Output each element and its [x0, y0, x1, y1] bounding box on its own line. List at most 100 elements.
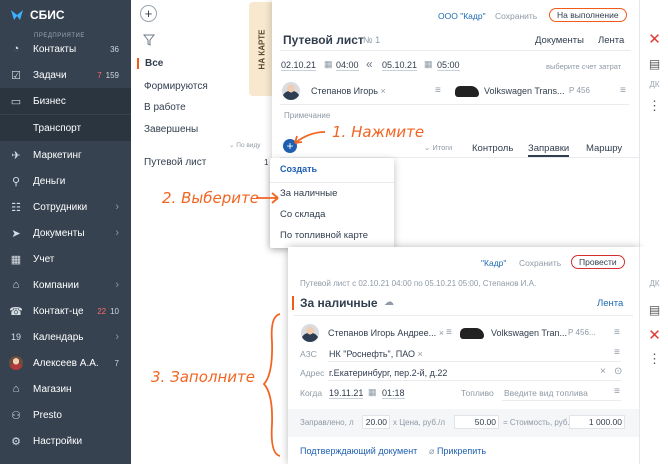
sidebar-item-0[interactable]: ◔ Контакты 36 [0, 36, 131, 62]
sidebar-item-9[interactable]: ⌂ Компании › [0, 272, 131, 298]
arrow-2-icon [256, 192, 279, 204]
sidebar-item-12[interactable]: Алексеев А.А. 7 [0, 350, 131, 376]
list-icon[interactable]: ≡ [446, 327, 452, 338]
printer-icon[interactable]: ▤ [640, 57, 668, 71]
station-field[interactable]: НК "Роснефть", ПАО × [329, 349, 423, 359]
sidebar-item-14[interactable]: ⚇ Presto [0, 402, 131, 428]
chevron-right-icon[interactable]: › [115, 331, 119, 343]
list-icon[interactable]: ≡ [435, 85, 441, 96]
filter-item-completed[interactable]: Завершены [144, 124, 198, 135]
note-field[interactable]: Примечание [284, 111, 330, 120]
add-button[interactable]: + [140, 5, 157, 22]
chevron-right-icon[interactable]: › [115, 201, 119, 213]
feed-tab[interactable]: Лента [597, 298, 623, 309]
liters-field[interactable]: 20.00 [362, 415, 390, 429]
sidebar-item-7[interactable]: ➤ Документы › [0, 220, 131, 246]
feed-tab[interactable]: Лента [598, 35, 624, 46]
address-field[interactable]: г.Екатеринбург, пер.2-й, д.22 [329, 368, 447, 378]
clear-icon[interactable]: × [418, 349, 423, 359]
sidebar-item-6[interactable]: ☷ Сотрудники › [0, 194, 131, 220]
time-to-field[interactable]: 05:00 [437, 60, 460, 71]
group-item[interactable]: Путевой лист [144, 157, 206, 168]
date-to-field[interactable]: 05.10.21 [382, 60, 418, 71]
sidebar-item-15[interactable]: ⚙ Настройки [0, 428, 131, 454]
sidebar-item-label: Настройки [33, 435, 83, 447]
ledger-icon: ▦ [10, 253, 22, 266]
menu-item-cash[interactable]: За наличные [280, 188, 337, 199]
clear-icon[interactable]: × [600, 366, 606, 377]
clear-icon[interactable]: × [380, 86, 385, 96]
sidebar-item-8[interactable]: ▦ Учет [0, 246, 131, 272]
attach-link[interactable]: ⌀ Прикрепить [429, 446, 486, 457]
sidebar-item-5[interactable]: ⚲ Деньги [0, 168, 131, 194]
signature-icon[interactable]: ДК [640, 80, 668, 89]
sidebar-item-label: Алексеев А.А. [33, 357, 99, 369]
date-from-field[interactable]: 02.10.21 [281, 60, 317, 71]
save-button[interactable]: Сохранить [495, 11, 537, 21]
vehicle-field[interactable]: Volkswagen Tran... [491, 328, 567, 338]
list-icon[interactable]: ≡ [620, 85, 626, 96]
date-field[interactable]: 19.11.21 [329, 388, 364, 399]
total-count: 7 [114, 358, 119, 368]
time-field[interactable]: 01:18 [382, 388, 405, 399]
more-icon[interactable]: ⋮ [640, 98, 668, 114]
delete-icon[interactable]: ✕ [640, 326, 668, 344]
sidebar-item-13[interactable]: ⌂ Магазин [0, 376, 131, 402]
calendar-icon[interactable]: ▦ [324, 59, 333, 70]
documents-tab[interactable]: Документы [535, 35, 584, 46]
chevron-right-icon[interactable]: › [115, 279, 119, 291]
total-field[interactable]: 1 000.00 [569, 415, 625, 429]
filter-icon[interactable] [143, 34, 155, 46]
period-arrows-icon[interactable]: « [366, 57, 373, 71]
clear-icon[interactable]: × [439, 328, 444, 338]
chevron-right-icon[interactable]: › [115, 227, 119, 239]
sidebar-item-4[interactable]: ✈ Маркетинг [0, 142, 131, 168]
list-icon[interactable]: ≡ [614, 386, 620, 397]
tasks-icon: ☑ [11, 69, 21, 82]
time-from-field[interactable]: 04:00 [336, 60, 359, 71]
route-tab[interactable]: Маршру [586, 143, 622, 154]
filter-item-all[interactable]: Все [137, 58, 163, 69]
sidebar-item-2[interactable]: ▭ Бизнес [0, 88, 131, 114]
paper-plane-icon: ➤ [11, 227, 21, 240]
printer-icon[interactable]: ▤ [640, 303, 668, 317]
fuel-tab[interactable]: Заправки [528, 143, 570, 157]
signature-icon[interactable]: ДК [640, 279, 668, 288]
briefcase-icon: ▭ [10, 95, 22, 108]
fuel-field[interactable]: Введите вид топлива [504, 388, 588, 398]
price-field[interactable]: 50.00 [454, 415, 499, 429]
status-button[interactable]: На выполнение [549, 8, 627, 22]
app-logo[interactable]: СБИС [10, 6, 65, 24]
close-icon[interactable]: ✕ [640, 30, 668, 48]
sidebar-item-11[interactable]: 19 Календарь › [0, 324, 131, 350]
parent-doc-link[interactable]: Путевой лист с 02.10.21 04:00 по 05.10.2… [300, 279, 536, 288]
map-pin-icon[interactable]: ⊙ [614, 366, 622, 377]
list-icon[interactable]: ≡ [614, 327, 620, 338]
vehicle-field[interactable]: Volkswagen Trans... [484, 86, 565, 96]
post-button[interactable]: Провести [571, 255, 625, 269]
filter-item-in-progress[interactable]: В работе [144, 102, 186, 113]
totals-tab[interactable]: ⌄ Итоги [424, 143, 452, 152]
org-link[interactable]: "Кадр" [481, 258, 506, 268]
fuel-label: Топливо [461, 388, 494, 398]
confirming-doc-link[interactable]: Подтверждающий документ [300, 446, 417, 456]
driver-field[interactable]: Степанов Игорь Андрее... × [328, 328, 444, 338]
group-count: 1 [264, 158, 269, 167]
driver-field[interactable]: Степанов Игорь × [311, 86, 386, 96]
filter-item-forming[interactable]: Формируются [144, 81, 208, 92]
account-hint[interactable]: выберите счет затрат [546, 62, 621, 71]
org-link[interactable]: ООО "Кадр" [438, 11, 486, 21]
menu-item-warehouse[interactable]: Со склада [280, 209, 325, 220]
calendar-icon: 19 [10, 332, 21, 342]
sidebar-item-10[interactable]: ☎ Контакт-це 22 10 [0, 298, 131, 324]
sidebar-item-1[interactable]: ☑ Задачи 7 159 [0, 62, 131, 88]
calendar-icon[interactable]: ▦ [368, 387, 377, 398]
menu-item-fuel-card[interactable]: По топливной карте [280, 230, 368, 241]
sort-hint[interactable]: ⌄ По виду [229, 141, 261, 149]
more-icon[interactable]: ⋮ [640, 351, 668, 367]
save-button[interactable]: Сохранить [519, 258, 561, 268]
calendar-icon[interactable]: ▦ [424, 59, 433, 70]
control-tab[interactable]: Контроль [472, 143, 513, 154]
list-icon[interactable]: ≡ [614, 347, 620, 358]
sidebar-item-3[interactable]: Транспорт [0, 115, 131, 141]
